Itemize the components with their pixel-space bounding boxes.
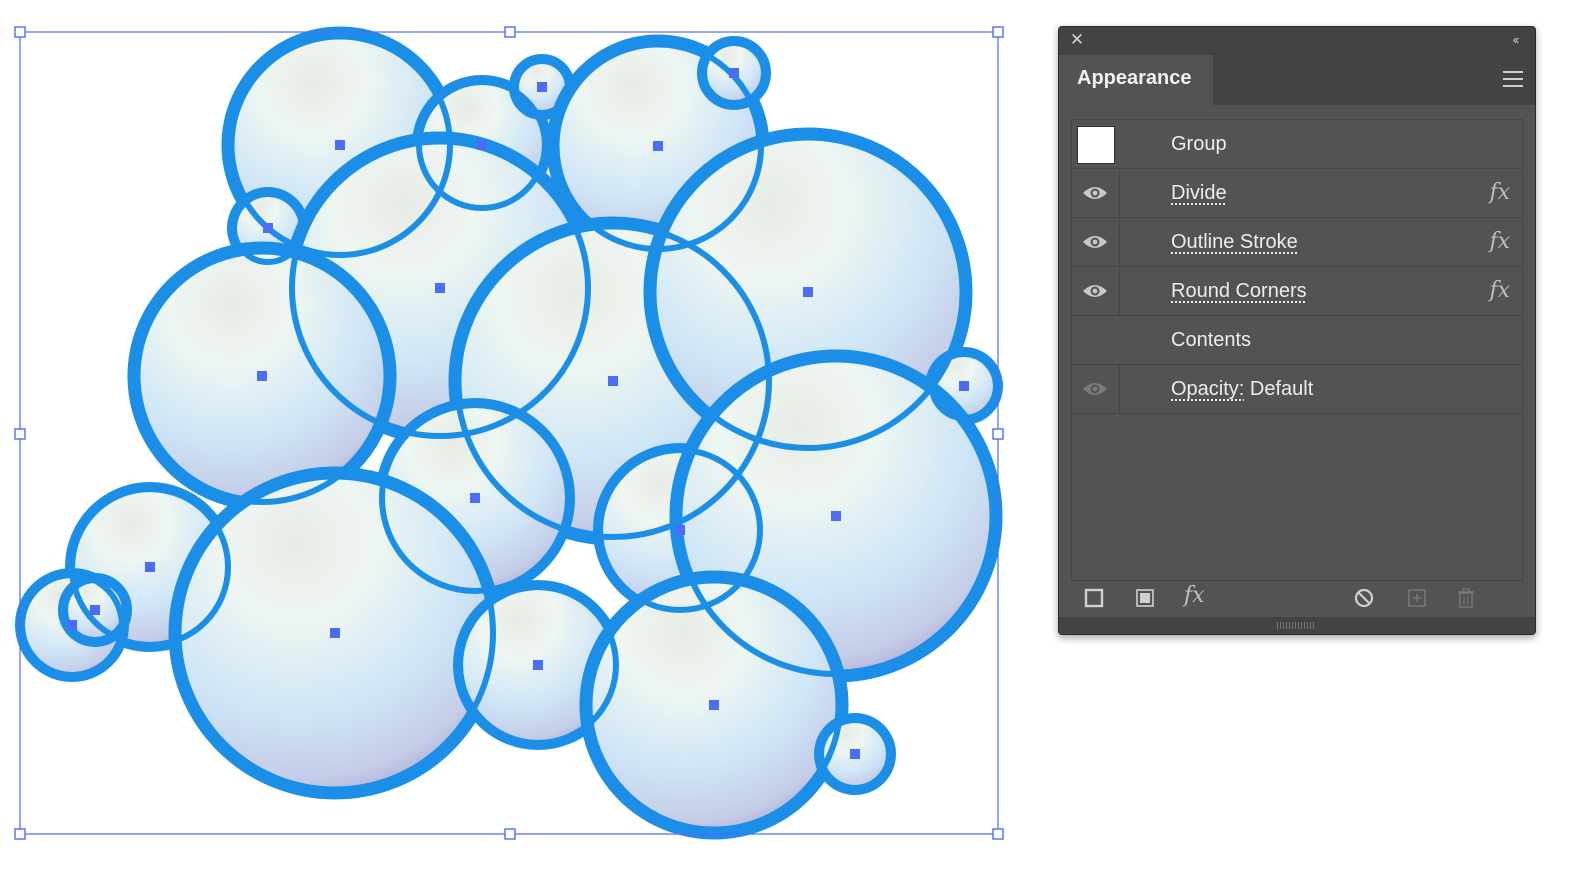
opacity-value: Default — [1249, 378, 1314, 400]
center-point — [67, 620, 77, 630]
center-point — [335, 140, 345, 150]
center-point — [537, 82, 547, 92]
divide-link[interactable]: Divide — [1171, 182, 1227, 204]
panel-titlebar[interactable]: ✕ ‹‹ — [1059, 27, 1535, 55]
center-point — [435, 283, 445, 293]
center-point — [850, 749, 860, 759]
opacity-link[interactable]: Opacity: — [1171, 378, 1244, 400]
resize-handle[interactable] — [14, 428, 26, 440]
center-point — [533, 660, 543, 670]
center-point — [729, 68, 739, 78]
eye-icon[interactable] — [1082, 183, 1108, 203]
duplicate-item-icon[interactable] — [1406, 587, 1428, 609]
center-point — [477, 140, 487, 150]
center-point — [831, 511, 841, 521]
center-point — [470, 493, 480, 503]
outline-stroke-link[interactable]: Outline Stroke — [1171, 231, 1298, 253]
resize-handle[interactable] — [992, 26, 1004, 38]
center-point — [709, 700, 719, 710]
row-label: Opacity: Default — [1171, 378, 1313, 401]
row-label: Outline Stroke — [1171, 231, 1298, 254]
eye-icon[interactable] — [1082, 232, 1108, 252]
center-point — [90, 605, 100, 615]
appearance-panel: ✕ ‹‹ Appearance Group Divide fx Outline … — [1058, 26, 1536, 635]
group-thumbnail-swatch — [1077, 126, 1115, 164]
row-label: Contents — [1171, 329, 1252, 351]
center-point — [263, 223, 273, 233]
tab-appearance[interactable]: Appearance — [1059, 55, 1213, 105]
row-opacity[interactable]: Opacity: Default — [1072, 365, 1522, 414]
eye-icon[interactable] — [1082, 281, 1108, 301]
row-contents[interactable]: Contents — [1072, 316, 1522, 365]
trash-icon[interactable] — [1455, 587, 1477, 609]
resize-handle[interactable] — [504, 26, 516, 38]
fx-icon[interactable]: fx — [1489, 229, 1510, 254]
fx-icon[interactable]: fx — [1489, 180, 1510, 205]
bubble-group[interactable] — [15, 26, 1003, 840]
resize-handle[interactable] — [992, 428, 1004, 440]
fx-icon[interactable]: fx — [1489, 278, 1510, 303]
center-point — [330, 628, 340, 638]
round-corners-link[interactable]: Round Corners — [1171, 280, 1307, 302]
center-point — [608, 376, 618, 386]
add-fill-icon[interactable] — [1134, 587, 1156, 609]
fx-icon[interactable]: fx — [1184, 583, 1216, 608]
row-divide[interactable]: Divide fx — [1072, 169, 1522, 218]
center-point — [653, 141, 663, 151]
center-point — [959, 381, 969, 391]
panel-bottom-toolbar: fx — [1059, 579, 1535, 617]
center-point — [675, 525, 685, 535]
double-chevron-left-icon[interactable]: ‹‹ — [1505, 32, 1525, 48]
close-icon[interactable]: ✕ — [1069, 31, 1085, 48]
artboard-canvas[interactable] — [0, 0, 1040, 874]
hamburger-menu-icon[interactable] — [1503, 71, 1523, 87]
row-round-corners[interactable]: Round Corners fx — [1072, 267, 1522, 316]
eye-icon[interactable] — [1082, 379, 1108, 399]
resize-handle[interactable] — [14, 828, 26, 840]
center-point — [145, 562, 155, 572]
row-label: Divide — [1171, 182, 1227, 205]
add-stroke-icon[interactable] — [1083, 587, 1105, 609]
resize-handle[interactable] — [992, 828, 1004, 840]
center-point — [257, 371, 267, 381]
resize-handle[interactable] — [504, 828, 516, 840]
row-label: Group — [1171, 133, 1227, 155]
no-sign-icon[interactable] — [1353, 587, 1375, 609]
row-group[interactable]: Group — [1072, 120, 1522, 169]
center-point — [803, 287, 813, 297]
appearance-list: Group Divide fx Outline Stroke fx Round … — [1071, 119, 1523, 581]
row-label: Round Corners — [1171, 280, 1307, 303]
resize-handle[interactable] — [14, 26, 26, 38]
row-outline-stroke[interactable]: Outline Stroke fx — [1072, 218, 1522, 267]
panel-resize-handle[interactable] — [1059, 617, 1535, 634]
panel-tabstrip: Appearance — [1059, 55, 1535, 105]
